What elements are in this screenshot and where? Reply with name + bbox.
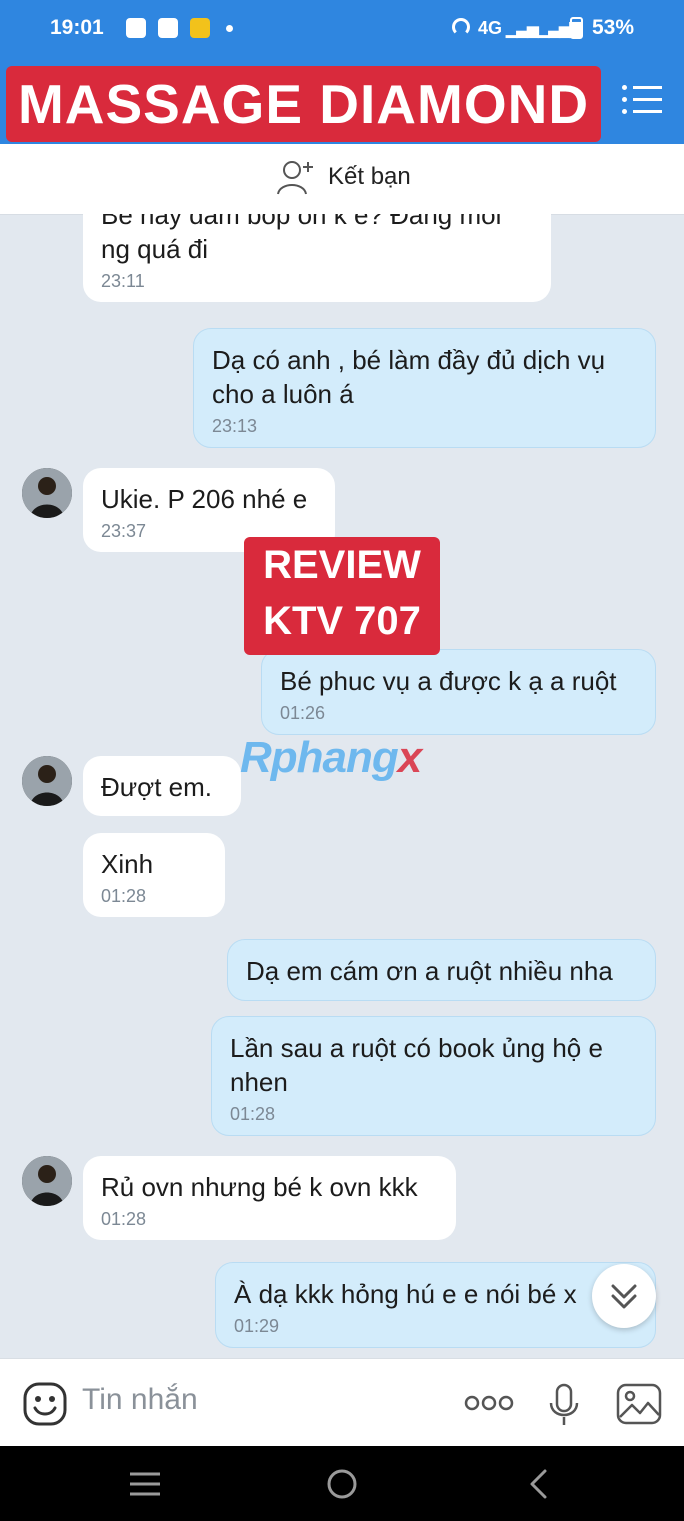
message-bubble[interactable]: Lần sau a ruột có book ủng hộ e nhen 01:… bbox=[211, 1016, 656, 1136]
message-time: 01:26 bbox=[280, 703, 326, 723]
be-app-icon bbox=[190, 18, 210, 38]
message-text: Lần sau a ruột có book ủng hộ e nhen bbox=[230, 1033, 603, 1097]
message-bubble[interactable]: Bé phuc vụ a được k ạ a ruột 01:26 bbox=[261, 649, 656, 735]
message-bubble[interactable]: Đượt em. bbox=[83, 756, 241, 816]
avatar-image bbox=[22, 468, 72, 518]
back-icon[interactable] bbox=[526, 1468, 550, 1500]
status-bar: 19:01 4G ▁▃▅ ▁▃▅▇ 53% bbox=[0, 0, 684, 58]
message-text: À dạ kkk hỏng hú e e nói bé x bbox=[234, 1279, 577, 1309]
message-text: Bé này dâm bóp ổn k e? Đang mỏi ng quá đ… bbox=[101, 214, 502, 264]
message-text: Bé phuc vụ a được k ạ a ruột bbox=[280, 666, 617, 696]
more-options-icon[interactable] bbox=[464, 1393, 514, 1413]
system-nav-bar bbox=[0, 1446, 684, 1521]
double-chevron-down-icon bbox=[611, 1284, 637, 1309]
battery-percent: 53% bbox=[592, 16, 635, 39]
message-text: Dạ có anh , bé làm đầy đủ dịch vụ cho a … bbox=[212, 345, 606, 409]
message-time: 01:28 bbox=[101, 886, 147, 906]
message-composer: Tin nhắn bbox=[0, 1358, 684, 1447]
message-time: 01:28 bbox=[230, 1104, 276, 1124]
scroll-to-bottom-button[interactable] bbox=[592, 1264, 656, 1328]
message-time: 01:29 bbox=[234, 1316, 280, 1336]
battery-icon bbox=[570, 17, 583, 39]
message-text: Đượt em. bbox=[101, 772, 213, 802]
avatar[interactable] bbox=[22, 756, 72, 806]
microphone-icon[interactable] bbox=[548, 1383, 580, 1427]
watermark-logo: Rphangx bbox=[240, 733, 423, 783]
message-input[interactable]: Tin nhắn bbox=[82, 1383, 198, 1417]
image-icon[interactable] bbox=[616, 1383, 662, 1425]
dot-icon bbox=[226, 25, 233, 32]
recent-apps-icon[interactable] bbox=[128, 1470, 162, 1498]
review-line-2: KTV 707 bbox=[263, 599, 421, 643]
chat-title: MASSAGE DIAMOND bbox=[6, 66, 601, 142]
home-icon[interactable] bbox=[326, 1468, 358, 1500]
avatar[interactable] bbox=[22, 1156, 72, 1206]
message-bubble[interactable]: Rủ ovn nhưng bé k ovn kkk 01:28 bbox=[83, 1156, 456, 1240]
watermark-x: x bbox=[397, 733, 423, 782]
message-time: 01:28 bbox=[101, 1209, 147, 1229]
message-time: 23:11 bbox=[101, 271, 145, 291]
emoji-icon[interactable] bbox=[22, 1381, 68, 1427]
signal-icon: ▁▃▅ bbox=[506, 21, 539, 38]
battery-level bbox=[573, 28, 580, 36]
message-bubble[interactable]: À dạ kkk hỏng hú e e nói bé x 01:29 bbox=[215, 1262, 656, 1348]
message-bubble[interactable]: Bé này dâm bóp ổn k e? Đang mỏi ng quá đ… bbox=[83, 214, 551, 302]
message-bubble[interactable]: Dạ có anh , bé làm đầy đủ dịch vụ cho a … bbox=[193, 328, 656, 448]
message-text: Ukie. P 206 nhé e bbox=[101, 484, 308, 514]
status-time: 19:01 bbox=[50, 16, 104, 39]
message-bubble[interactable]: Dạ em cám ơn a ruột nhiều nha bbox=[227, 939, 656, 1001]
review-stamp: REVIEW KTV 707 bbox=[244, 537, 440, 655]
message-time: 23:13 bbox=[212, 416, 258, 436]
friend-bar: Kết bạn bbox=[0, 144, 684, 215]
mail-icon bbox=[158, 18, 178, 38]
add-friend-icon bbox=[277, 161, 313, 195]
shopee-icon bbox=[126, 18, 146, 38]
message-list[interactable]: Bé này dâm bóp ổn k e? Đang mỏi ng quá đ… bbox=[0, 214, 684, 1358]
network-type: 4G bbox=[478, 18, 503, 38]
hotspot-icon bbox=[452, 18, 470, 36]
message-text: Dạ em cám ơn a ruột nhiều nha bbox=[246, 956, 613, 986]
review-line-1: REVIEW bbox=[263, 543, 421, 587]
avatar-image bbox=[22, 1156, 72, 1206]
avatar[interactable] bbox=[22, 468, 72, 518]
list-menu-icon[interactable] bbox=[622, 84, 662, 116]
message-text: Rủ ovn nhưng bé k ovn kkk bbox=[101, 1172, 418, 1202]
avatar-image bbox=[22, 756, 72, 806]
add-friend-label: Kết bạn bbox=[328, 163, 411, 190]
add-friend-button[interactable]: Kết bạn bbox=[276, 158, 411, 196]
message-bubble[interactable]: Xinh 01:28 bbox=[83, 833, 225, 917]
message-text: Xinh bbox=[101, 849, 154, 879]
watermark-main: Rphang bbox=[240, 733, 399, 782]
